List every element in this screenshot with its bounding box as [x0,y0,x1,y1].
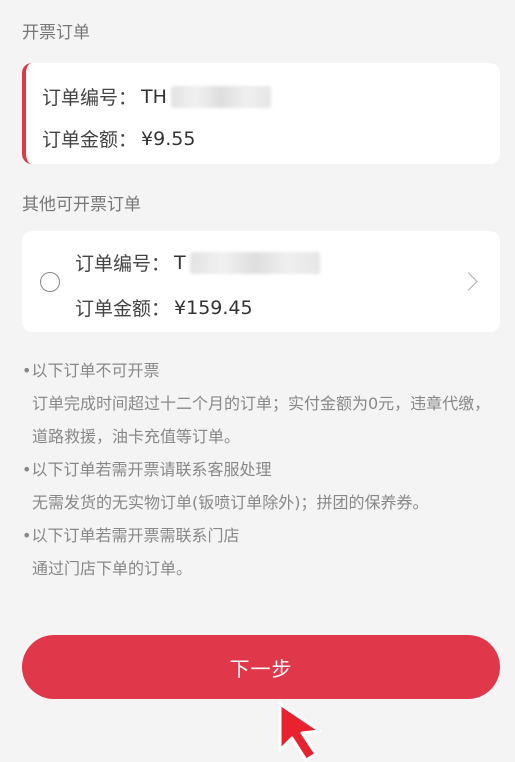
note-heading: •以下订单若需开票请联系客服处理 [22,460,272,479]
note-heading: •以下订单若需开票需联系门店 [22,526,240,545]
chevron-right-icon[interactable] [459,272,478,291]
note-item: •以下订单若需开票需联系门店 通过门店下单的订单。 [22,519,502,585]
other-orders-title: 其他可开票订单 [22,195,141,215]
order-number-value: TH [141,85,167,108]
order-amount-label: 订单金额： [75,298,171,320]
note-body: 订单完成时间超过十二个月的订单；实付金额为0元，违章代缴，道路救援，油卡充值等订… [32,394,491,446]
invoice-notes: •以下订单不可开票 订单完成时间超过十二个月的订单；实付金额为0元，违章代缴，道… [22,354,502,585]
order-number-label: 订单编号： [42,87,138,109]
other-order-card[interactable]: 订单编号： T 订单金额： ¥159.45 [22,231,500,332]
next-step-button[interactable]: 下一步 [22,635,500,699]
selected-order-card[interactable]: 订单编号： TH 订单金额： ¥9.55 [22,63,500,164]
order-amount-row: 订单金额： ¥159.45 [75,294,253,321]
order-amount-row: 订单金额： ¥9.55 [42,125,195,152]
order-number-value: T [174,251,186,274]
order-amount-value: ¥159.45 [174,296,253,319]
note-item: •以下订单不可开票 订单完成时间超过十二个月的订单；实付金额为0元，违章代缴，道… [22,354,502,453]
order-number-row: 订单编号： T [75,249,320,276]
redacted-order-number [170,85,271,108]
order-number-label: 订单编号： [75,253,171,275]
order-amount-label: 订单金额： [42,129,138,151]
invoice-orders-title: 开票订单 [22,23,90,43]
order-number-row: 订单编号： TH [42,83,271,110]
radio-icon[interactable] [40,272,60,292]
redacted-order-number [189,251,320,274]
note-body: 通过门店下单的订单。 [32,559,193,578]
note-body: 无需发货的无实物订单(钣喷订单除外)；拼团的保养券。 [32,493,429,512]
pointer-arrow-icon [278,702,322,762]
note-heading: •以下订单不可开票 [22,361,160,380]
note-item: •以下订单若需开票请联系客服处理 无需发货的无实物订单(钣喷订单除外)；拼团的保… [22,453,502,519]
order-amount-value: ¥9.55 [141,127,196,150]
